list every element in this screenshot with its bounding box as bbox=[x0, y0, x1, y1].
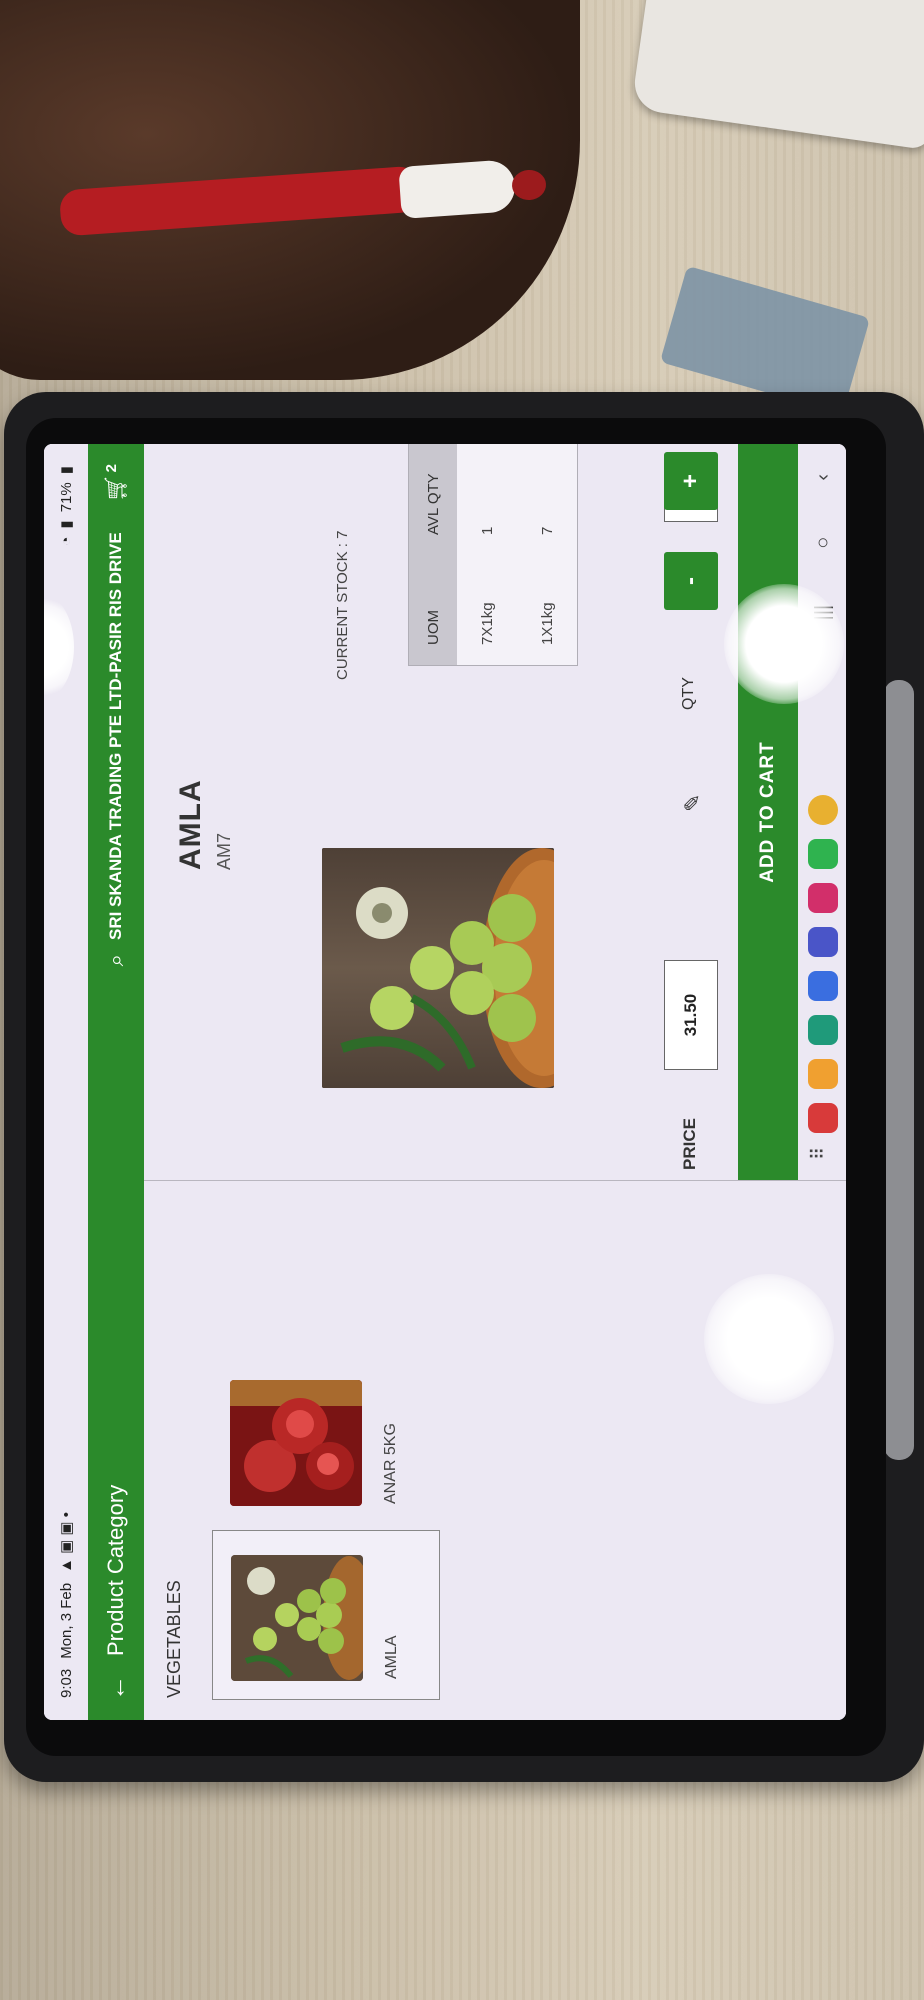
wifi-icon: ◔ bbox=[57, 536, 75, 546]
app-drawer-icon[interactable]: ⠿ bbox=[808, 1147, 838, 1160]
avl-qty-value: 7 bbox=[538, 526, 556, 535]
uom-table: UOM AVL QTY 7X1kg 1 1X1kg 7 bbox=[408, 444, 578, 666]
pen-cap bbox=[398, 159, 517, 219]
product-card-amla[interactable]: AMLA bbox=[212, 1530, 440, 1700]
system-nav-bar: ⠿ ||| ○ ‹ bbox=[800, 444, 846, 1180]
edit-price-icon[interactable]: ✎ bbox=[680, 794, 706, 812]
battery-level: 71% bbox=[57, 482, 75, 513]
app-bar: ← Product Category ⌕ SRI SKANDA TRADING … bbox=[88, 444, 144, 1720]
avl-qty-header: AVL QTY bbox=[424, 473, 442, 535]
increase-qty-button[interactable]: + bbox=[664, 452, 718, 510]
anar-thumbnail bbox=[230, 1380, 362, 1506]
uom-row[interactable]: 7X1kg 1 bbox=[457, 444, 517, 665]
product-name: AMLA bbox=[174, 779, 207, 870]
notification-icons: ▲ ▣ ▣ • bbox=[58, 1511, 75, 1573]
product-detail-pane: AMLA AM7 CURRENT STOCK: 7 UOM AVL QTY 7… bbox=[144, 444, 846, 1180]
light-reflection bbox=[704, 1274, 834, 1404]
category-pane: VEGETABLES AMLA ANAR 5KG bbox=[144, 1180, 846, 1720]
current-stock: CURRENT STOCK : 7 bbox=[334, 530, 351, 680]
product-label-amla: AMLA bbox=[383, 1635, 400, 1679]
uom-table-header: UOM AVL QTY bbox=[409, 444, 457, 665]
anar-image bbox=[230, 1380, 362, 1506]
order-bar: PRICE 31.50 ✎ QTY - 1 ADD TO CART ⠿ bbox=[650, 444, 846, 1180]
app-icon[interactable] bbox=[808, 926, 838, 957]
uom-row[interactable]: 1X1kg 7 bbox=[517, 444, 577, 665]
price-field[interactable]: 31.50 bbox=[664, 960, 718, 1070]
avl-qty-value: 1 bbox=[478, 526, 496, 535]
taskbar-apps: ⠿ bbox=[808, 794, 838, 1160]
amla-thumbnail bbox=[231, 1555, 363, 1681]
add-to-cart-button[interactable]: ADD TO CART bbox=[738, 444, 798, 1180]
light-reflection bbox=[724, 584, 844, 704]
app-icon[interactable] bbox=[808, 1014, 838, 1045]
uom-value: 1X1kg bbox=[538, 602, 556, 645]
tablet-screen: 9:03 Mon, 3 Feb ▲ ▣ ▣ • ◔ ▮ 71% ▮ ← Prod… bbox=[44, 444, 846, 1720]
company-name: SRI SKANDA TRADING PTE LTD-PASIR RIS DRI… bbox=[106, 532, 125, 940]
product-label-anar: ANAR 5KG bbox=[382, 1423, 399, 1504]
amla-image bbox=[231, 1555, 363, 1681]
cart-icon: 🛒︎ bbox=[103, 474, 128, 503]
stylus bbox=[884, 680, 914, 1460]
app-icon[interactable] bbox=[808, 1058, 838, 1089]
status-date: Mon, 3 Feb bbox=[57, 1582, 75, 1659]
search-icon[interactable]: ⌕ bbox=[103, 954, 129, 966]
back-arrow-icon[interactable]: ← bbox=[101, 1656, 132, 1720]
uom-value: 7X1kg bbox=[478, 602, 496, 645]
product-image bbox=[322, 848, 554, 1088]
battery-icon: ▮ bbox=[58, 466, 75, 475]
product-card-anar[interactable]: ANAR 5KG bbox=[212, 1354, 440, 1524]
home-icon[interactable]: ○ bbox=[812, 537, 835, 549]
app-icon[interactable] bbox=[808, 970, 838, 1001]
product-code: AM7 bbox=[214, 832, 234, 870]
signal-icon: ▮ bbox=[58, 520, 75, 529]
category-title: VEGETABLES bbox=[164, 1580, 184, 1698]
status-time: 9:03 bbox=[57, 1668, 75, 1698]
app-icon[interactable] bbox=[808, 1102, 838, 1133]
page-title: Product Category bbox=[103, 1484, 128, 1656]
price-label: PRICE bbox=[680, 1118, 699, 1170]
amla-large-image bbox=[322, 848, 554, 1088]
back-nav-icon[interactable]: ‹ bbox=[812, 474, 835, 481]
chrome-icon[interactable] bbox=[808, 794, 838, 825]
cart-button[interactable]: 🛒︎ 2 bbox=[103, 464, 129, 502]
uom-header: UOM bbox=[424, 610, 442, 645]
decrease-qty-button[interactable]: - bbox=[664, 552, 718, 610]
qty-label: QTY bbox=[680, 677, 697, 710]
whatsapp-icon[interactable] bbox=[808, 838, 838, 869]
app-icon[interactable] bbox=[808, 882, 838, 913]
cart-count-badge: 2 bbox=[103, 464, 120, 473]
